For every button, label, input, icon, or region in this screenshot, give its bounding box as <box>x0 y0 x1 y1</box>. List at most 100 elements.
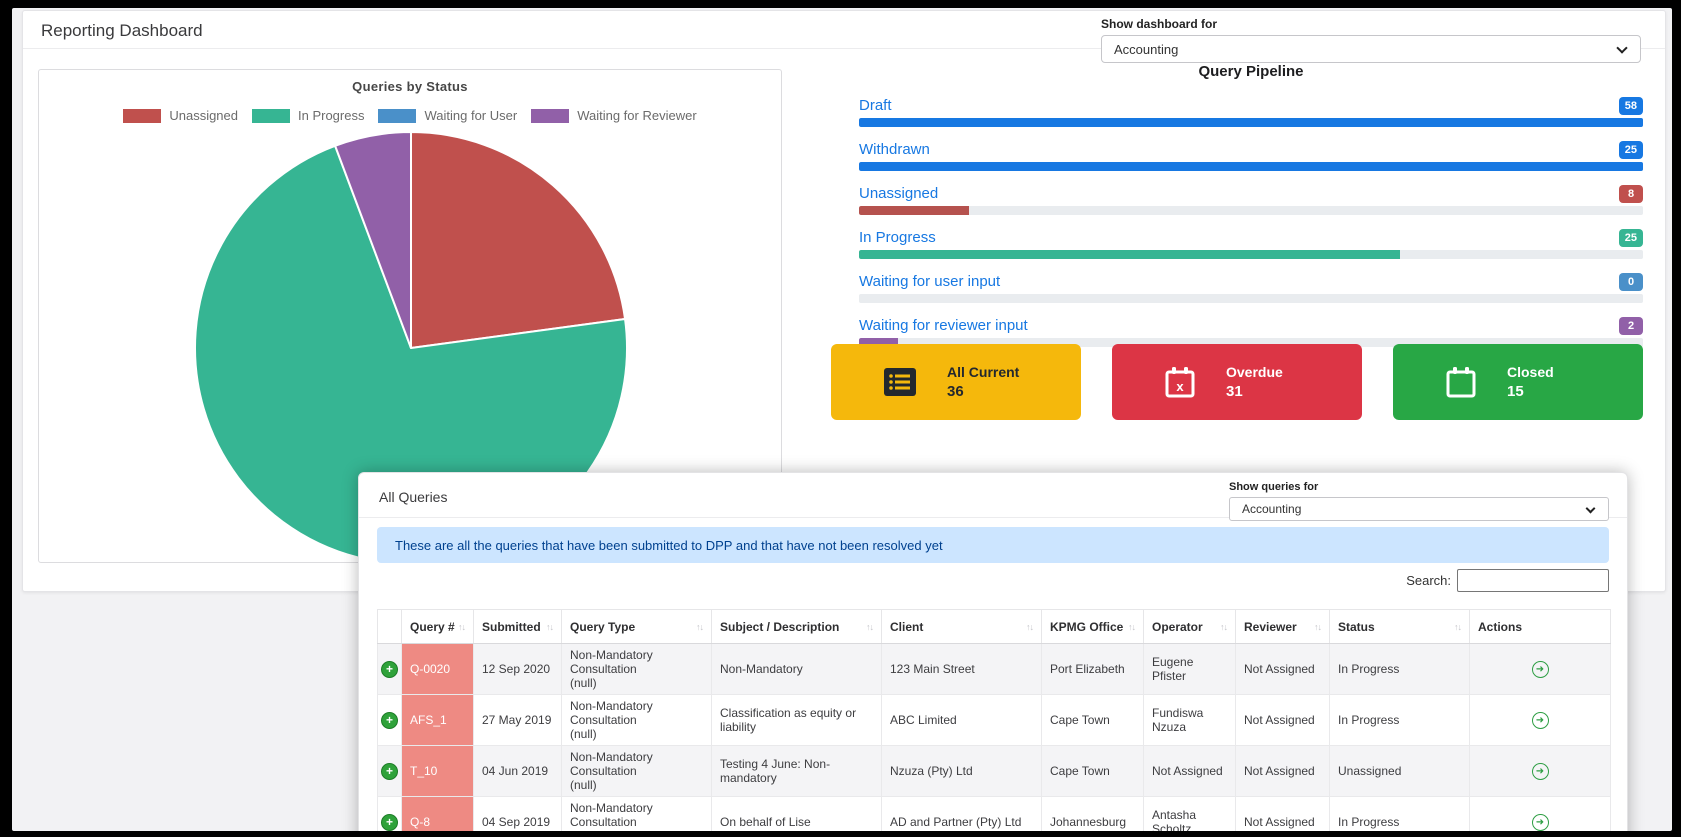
cell-query-type: Non-Mandatory Consultation (null) <box>561 745 712 797</box>
queries-filter-label: Show queries for <box>1229 481 1319 493</box>
cell-actions: ➜ <box>1469 796 1611 831</box>
column-header-submitted[interactable]: Submitted ↑↓ <box>473 609 562 644</box>
cell-reviewer: Not Assigned <box>1235 796 1330 831</box>
column-label: Submitted <box>482 619 541 634</box>
cell-subject: On behalf of Lise <box>711 796 882 831</box>
legend-label: In Progress <box>298 108 365 123</box>
legend-swatch-icon <box>252 108 290 123</box>
queries-filter-value: Accounting <box>1242 502 1302 516</box>
pipeline-row: Waiting for reviewer input 2 <box>859 316 1643 347</box>
column-header-client[interactable]: Client ↑↓ <box>881 609 1042 644</box>
column-label: Client <box>890 619 924 634</box>
sort-arrows-icon: ↑↓ <box>866 621 874 632</box>
sort-arrows-icon: ↑↓ <box>1454 621 1462 632</box>
search-input[interactable] <box>1457 569 1609 592</box>
cell-reviewer: Not Assigned <box>1235 643 1330 695</box>
queries-filter-select[interactable]: Accounting <box>1229 497 1609 521</box>
pie-slice-unassigned[interactable] <box>410 131 627 349</box>
table-row[interactable]: + T_10 04 Jun 2019 Non-Mandatory Consultati… <box>377 745 1611 797</box>
progress-track <box>859 206 1643 215</box>
column-header-reviewer[interactable]: Reviewer ↑↓ <box>1235 609 1330 644</box>
pipeline-status-link[interactable]: Waiting for reviewer input <box>859 317 1028 334</box>
stat-value: 15 <box>1507 383 1524 400</box>
journal-list-icon <box>884 368 916 396</box>
stat-value: 36 <box>947 383 964 400</box>
open-query-icon[interactable]: ➜ <box>1531 711 1549 729</box>
pie-chart-title: Queries by Status <box>352 79 468 94</box>
legend-item[interactable]: Unassigned <box>123 108 238 123</box>
column-header-operator[interactable]: Operator ↑↓ <box>1143 609 1236 644</box>
table-header: Query # ↑↓ Submitted ↑↓ Query Type ↑↓ Subject … <box>377 609 1611 644</box>
chevron-down-icon <box>1585 503 1596 514</box>
column-header-query-[interactable]: Query # ↑↓ <box>401 609 474 644</box>
legend-item[interactable]: Waiting for Reviewer <box>531 108 697 123</box>
pipeline-row: Withdrawn 25 <box>859 140 1643 171</box>
cell-submitted: 12 Sep 2020 <box>473 643 562 695</box>
cell-status: In Progress <box>1329 694 1470 746</box>
closed-card[interactable]: Closed 15 <box>1393 344 1643 420</box>
pipeline-status-link[interactable]: Withdrawn <box>859 141 930 158</box>
open-query-icon[interactable]: ➜ <box>1531 660 1549 678</box>
overdue-card[interactable]: x Overdue 31 <box>1112 344 1362 420</box>
column-header-query-type[interactable]: Query Type ↑↓ <box>561 609 712 644</box>
column-label: Status <box>1338 619 1375 634</box>
dashboard-filter-label: Show dashboard for <box>1101 17 1218 31</box>
legend-item[interactable]: Waiting for User <box>378 108 517 123</box>
expand-row-icon[interactable]: + <box>381 762 398 780</box>
cell-submitted: 27 May 2019 <box>473 694 562 746</box>
expand-row-icon[interactable]: + <box>381 660 398 678</box>
cell-reviewer: Not Assigned <box>1235 694 1330 746</box>
chevron-down-icon <box>1616 42 1628 54</box>
legend-item[interactable]: In Progress <box>252 108 364 123</box>
cell-operator: Fundiswa Nzuza <box>1143 694 1236 746</box>
all-current-card[interactable]: All Current 36 <box>831 344 1081 420</box>
header-row: Query # ↑↓ Submitted ↑↓ Query Type ↑↓ Subject … <box>377 609 1611 644</box>
column-label: Query # <box>410 619 455 634</box>
expand-row-icon[interactable]: + <box>381 813 398 831</box>
column-header-expand <box>377 609 402 644</box>
stat-label: All Current <box>947 364 1020 380</box>
search-label: Search: <box>1406 573 1451 588</box>
pipeline-row: Waiting for user input 0 <box>859 272 1643 303</box>
cell-query-type: Non-Mandatory Consultation (null) <box>561 694 712 746</box>
cell-query-number: T_10 <box>401 745 474 797</box>
progress-fill <box>859 206 969 215</box>
column-label: Reviewer <box>1244 619 1297 634</box>
dashboard-filter: Show dashboard for Accounting <box>1101 17 1641 63</box>
table-row[interactable]: + Q-8 04 Sep 2019 Non-Mandatory Consultatio… <box>377 796 1611 831</box>
cell-client: 123 Main Street <box>881 643 1042 695</box>
expand-row-icon[interactable]: + <box>381 711 398 729</box>
cell-subject: Testing 4 June: Non-mandatory <box>711 745 882 797</box>
column-header-actions: Actions <box>1469 609 1611 644</box>
cell-kpmg-office: Cape Town <box>1041 745 1144 797</box>
pipeline-status-link[interactable]: In Progress <box>859 229 936 246</box>
open-query-icon[interactable]: ➜ <box>1531 762 1549 780</box>
search-bar: Search: <box>1406 569 1609 592</box>
pipeline-status-link[interactable]: Unassigned <box>859 185 938 202</box>
progress-track <box>859 250 1643 259</box>
cell-query-number: Q-0020 <box>401 643 474 695</box>
open-query-icon[interactable]: ➜ <box>1531 813 1549 831</box>
cell-expand: + <box>377 643 402 695</box>
pipeline-status-link[interactable]: Draft <box>859 97 892 114</box>
column-header-kpmg-office[interactable]: KPMG Office ↑↓ <box>1041 609 1144 644</box>
legend-label: Waiting for Reviewer <box>577 108 697 123</box>
stat-text: All Current 36 <box>947 364 1019 400</box>
count-badge: 25 <box>1618 228 1643 247</box>
cell-client: AD and Partner (Pty) Ltd <box>881 796 1042 831</box>
pipeline-row: Draft 58 <box>859 96 1643 127</box>
dashboard-filter-select[interactable]: Accounting <box>1101 35 1641 63</box>
column-header-subject-description[interactable]: Subject / Description ↑↓ <box>711 609 882 644</box>
legend-swatch-icon <box>531 108 570 123</box>
cell-status: In Progress <box>1329 796 1470 831</box>
column-label: Operator <box>1152 619 1203 634</box>
count-badge: 2 <box>1619 316 1643 335</box>
pipeline-row: In Progress 25 <box>859 228 1643 259</box>
cell-operator: Not Assigned <box>1143 745 1236 797</box>
column-header-status[interactable]: Status ↑↓ <box>1329 609 1470 644</box>
table-row[interactable]: + AFS_1 27 May 2019 Non-Mandatory Consultat… <box>377 694 1611 746</box>
pipeline-rows: Draft 58 Withdrawn 25 Unassigned 8 In Progress… <box>859 96 1643 347</box>
progress-track <box>859 162 1643 171</box>
table-row[interactable]: + Q-0020 12 Sep 2020 Non-Mandatory Consulta… <box>377 643 1611 695</box>
pipeline-status-link[interactable]: Waiting for user input <box>859 273 1000 290</box>
